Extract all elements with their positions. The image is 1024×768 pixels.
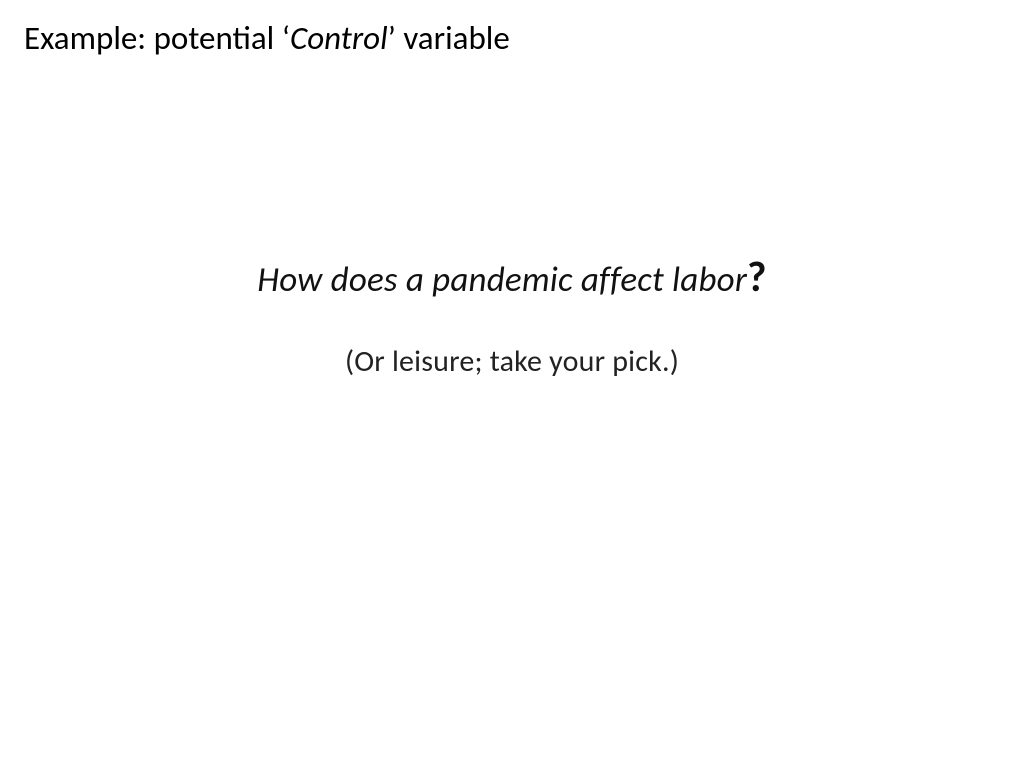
title-prefix: Example: potential ‘ bbox=[24, 18, 290, 58]
question-line: How does a pandemic affect labor? bbox=[0, 252, 1024, 303]
question-mark: ? bbox=[747, 252, 767, 303]
main-content: How does a pandemic affect labor? (Or le… bbox=[0, 252, 1024, 380]
title-italic-word: Control bbox=[290, 18, 388, 58]
question-text: How does a pandemic affect labor bbox=[257, 259, 747, 301]
title-suffix: ’ variable bbox=[388, 18, 510, 58]
slide-title: Example: potential ‘Control’ variable bbox=[24, 18, 510, 58]
subtext-line: (Or leisure; take your pick.) bbox=[0, 343, 1024, 380]
